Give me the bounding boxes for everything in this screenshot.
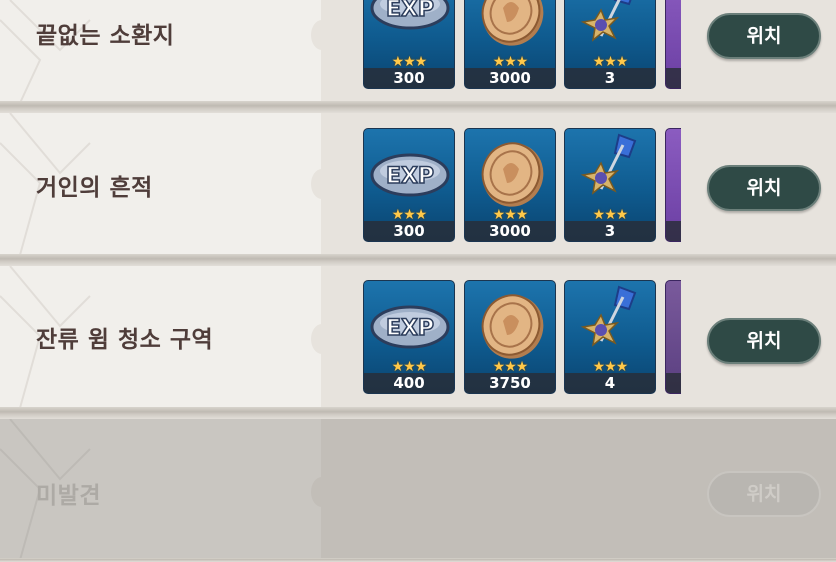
location-name: 거인의 흔적: [36, 175, 153, 201]
location-row: 거인의 흔적 EXP ★★★ 300 ★★★ 3000 ★★★ 3 위치: [0, 113, 836, 255]
row-divider: [0, 407, 836, 419]
coin-icon: [481, 0, 544, 46]
location-button[interactable]: 위치: [707, 13, 821, 59]
reward-quantity: 400: [364, 373, 454, 393]
row-divider: [0, 101, 836, 113]
reward-card-coin[interactable]: ★★★ 3750: [464, 280, 556, 394]
coin-icon: [481, 142, 544, 207]
reward-card-partial[interactable]: [665, 0, 681, 89]
reward-card-exp[interactable]: EXP ★★★ 300: [363, 128, 455, 242]
reward-list[interactable]: EXP ★★★ 300 ★★★ 3000 ★★★ 3: [363, 128, 681, 242]
ticket-notch: [311, 20, 333, 50]
location-row-locked: 미발견 위치: [0, 419, 836, 560]
exp-icon: EXP: [370, 153, 450, 197]
location-row: 잔류 윔 청소 구역 EXP ★★★ 400 ★★★ 3750 ★★★ 4 위치: [0, 266, 836, 408]
exp-icon: EXP: [370, 0, 450, 30]
location-list: 끝없는 소환지 EXP ★★★ 300 ★★★ 3000 ★★★ 3 위치 거인…: [0, 0, 836, 562]
reward-card-exp[interactable]: EXP ★★★ 400: [363, 280, 455, 394]
reward-card-weapon-material[interactable]: ★★★ 3: [564, 128, 656, 242]
location-name: 잔류 윔 청소 구역: [36, 327, 214, 353]
svg-text:EXP: EXP: [386, 316, 434, 341]
reward-quantity: [666, 68, 681, 88]
reward-quantity: 300: [364, 68, 454, 88]
reward-card-coin[interactable]: ★★★ 3000: [464, 0, 556, 89]
spiked-mace-icon: [580, 0, 632, 42]
reward-card-coin[interactable]: ★★★ 3000: [464, 128, 556, 242]
reward-quantity: 4: [565, 373, 655, 393]
location-button[interactable]: 위치: [707, 165, 821, 211]
row-divider: [0, 558, 836, 562]
reward-card-weapon-material[interactable]: ★★★ 3: [564, 0, 656, 89]
spiked-mace-icon: [580, 133, 637, 195]
reward-card-weapon-material[interactable]: ★★★ 4: [564, 280, 656, 394]
reward-quantity: [666, 373, 681, 393]
svg-text:EXP: EXP: [386, 164, 434, 189]
reward-quantity: 3: [565, 221, 655, 241]
location-name: 미발견: [36, 483, 101, 509]
reward-quantity: 3: [565, 68, 655, 88]
reward-quantity: [666, 221, 681, 241]
reward-quantity: 3750: [465, 373, 555, 393]
reward-quantity: 300: [364, 221, 454, 241]
ticket-notch: [311, 477, 333, 507]
coin-icon: [481, 294, 544, 359]
svg-text:EXP: EXP: [386, 0, 434, 22]
location-row: 끝없는 소환지 EXP ★★★ 300 ★★★ 3000 ★★★ 3 위치: [0, 0, 836, 103]
reward-quantity: 3000: [465, 68, 555, 88]
reward-list[interactable]: EXP ★★★ 400 ★★★ 3750 ★★★ 4: [363, 280, 681, 394]
ticket-notch: [311, 169, 333, 199]
reward-quantity: 3000: [465, 221, 555, 241]
location-button-disabled: 위치: [707, 471, 821, 517]
reward-card-partial[interactable]: [665, 280, 681, 394]
row-divider: [0, 254, 836, 266]
reward-card-exp[interactable]: EXP ★★★ 300: [363, 0, 455, 89]
reward-card-partial[interactable]: [665, 128, 681, 242]
location-button[interactable]: 위치: [707, 318, 821, 364]
exp-icon: EXP: [370, 305, 450, 349]
reward-list[interactable]: EXP ★★★ 300 ★★★ 3000 ★★★ 3: [363, 0, 681, 89]
location-name: 끝없는 소환지: [36, 23, 175, 49]
spiked-mace-icon: [580, 285, 637, 347]
ticket-notch: [311, 324, 333, 354]
